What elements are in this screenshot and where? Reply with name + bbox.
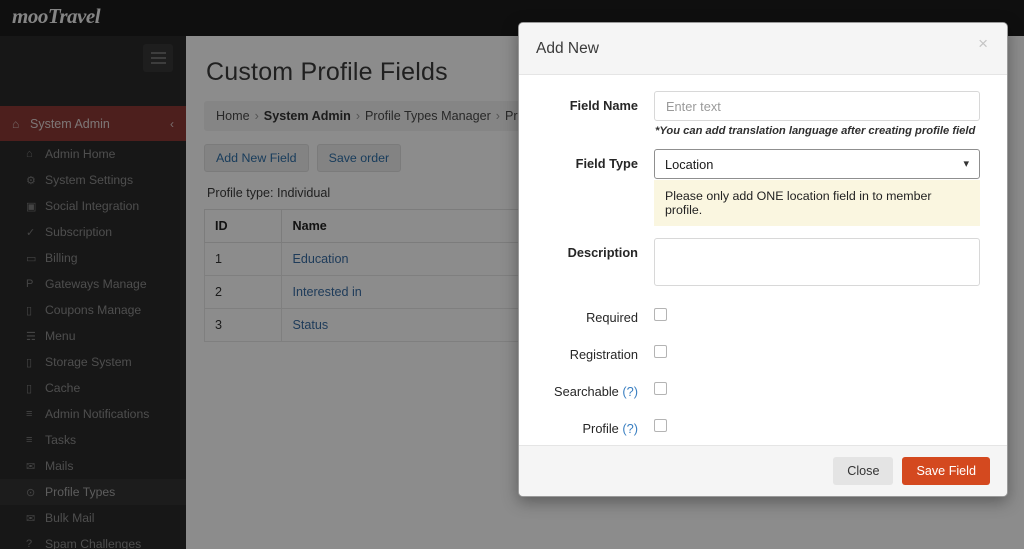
searchable-checkbox[interactable] [654, 382, 667, 395]
checkbox-row-required: Required [536, 300, 990, 334]
required-label: Required [536, 310, 654, 325]
profile-label-text: Profile [582, 420, 619, 436]
profile-checkbox[interactable] [654, 419, 667, 432]
required-checkbox[interactable] [654, 308, 667, 321]
registration-label-text: Registration [569, 346, 638, 362]
description-label: Description [567, 245, 638, 260]
save-field-button[interactable]: Save Field [902, 457, 990, 485]
close-icon[interactable]: × [974, 33, 992, 54]
checkbox-row-registration: Registration [536, 337, 990, 371]
field-name-hint: *You can add translation language after … [655, 125, 976, 137]
page-root: mooTravel ⌂ System Admin ‹ ⌂ Admin Home ⚙ S… [0, 0, 1024, 549]
field-type-label: Field Type [575, 156, 638, 171]
registration-label: Registration [536, 347, 654, 362]
description-textarea[interactable] [654, 238, 980, 286]
checkbox-row-searchable: Searchable (?) [536, 374, 990, 408]
searchable-label-text: Searchable [554, 383, 619, 399]
help-icon[interactable]: (?) [622, 421, 638, 436]
modal-header: Add New × [519, 23, 1007, 75]
searchable-label: Searchable (?) [536, 384, 654, 399]
modal-body: Field Name *You can add translation lang… [519, 75, 1007, 473]
close-button[interactable]: Close [833, 457, 894, 485]
add-new-field-modal: Add New × Field Name *You can add transl… [518, 22, 1008, 497]
field-name-input[interactable] [654, 91, 980, 121]
help-icon[interactable]: (?) [622, 384, 638, 399]
field-type-notice: Please only add ONE location field in to… [654, 180, 980, 226]
registration-checkbox[interactable] [654, 345, 667, 358]
profile-label: Profile (?) [536, 421, 654, 436]
modal-footer: Close Save Field [519, 445, 1007, 496]
field-name-label: Field Name [569, 98, 638, 113]
checkbox-row-profile: Profile (?) [536, 411, 990, 445]
required-label-text: Required [586, 309, 638, 325]
field-row-field-type: Field Type Location ▾ Please only add ON… [536, 149, 990, 226]
field-row-description: Description [536, 238, 990, 291]
field-type-select[interactable]: Location [654, 149, 980, 179]
modal-title: Add New [536, 39, 599, 57]
field-row-field-name: Field Name *You can add translation lang… [536, 91, 990, 137]
